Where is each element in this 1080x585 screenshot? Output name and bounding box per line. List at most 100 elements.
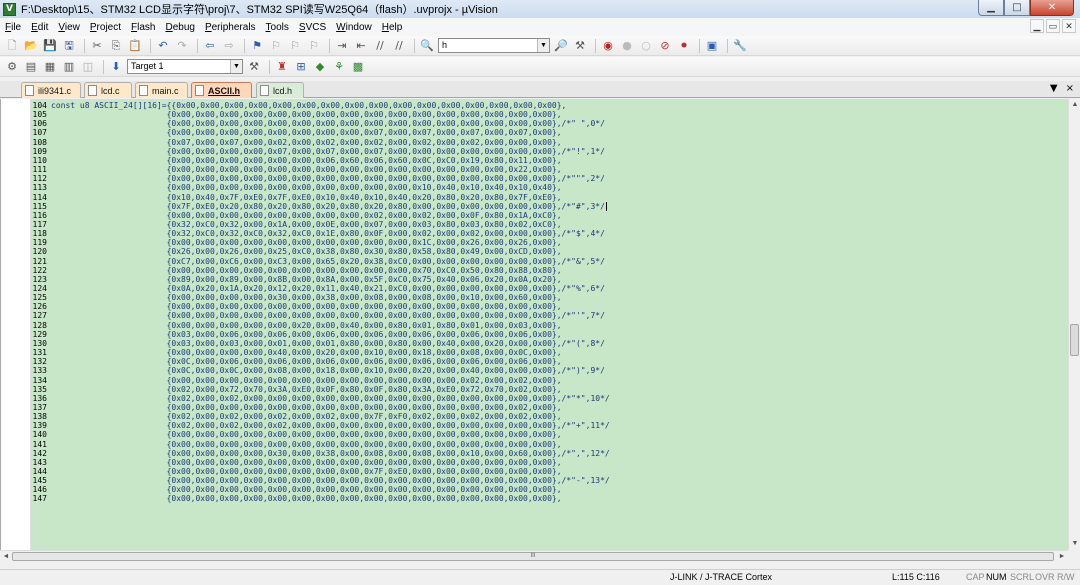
code-line[interactable]: 141 {0x00,0x00,0x00,0x00,0x00,0x00,0x00,… bbox=[31, 440, 1068, 449]
window-layout-icon[interactable]: ▣ bbox=[704, 38, 720, 54]
horizontal-scroll-thumb[interactable]: III bbox=[12, 552, 1054, 561]
tab-ascii-h[interactable]: ASCII.h bbox=[191, 82, 252, 98]
code-line[interactable]: 145 {0x00,0x00,0x00,0x00,0x00,0x00,0x00,… bbox=[31, 476, 1068, 485]
scroll-right-icon[interactable]: ► bbox=[1056, 551, 1068, 563]
code-line[interactable]: 114 {0x10,0x40,0x7F,0xE0,0x7F,0xE0,0x10,… bbox=[31, 193, 1068, 202]
save-all-icon[interactable]: 🖫 bbox=[61, 38, 77, 54]
find-in-files-icon[interactable]: 🔍 bbox=[419, 38, 435, 54]
code-line[interactable]: 125 {0x00,0x00,0x00,0x00,0x30,0x00,0x38,… bbox=[31, 293, 1068, 302]
code-line[interactable]: 110 {0x00,0x00,0x00,0x00,0x00,0x00,0x06,… bbox=[31, 156, 1068, 165]
chevron-down-icon[interactable]: ▼ bbox=[230, 60, 242, 73]
cut-icon[interactable]: ✂ bbox=[89, 38, 105, 54]
code-editor[interactable]: 104 const u8 ASCII_24[][16]={{0x00,0x00,0… bbox=[0, 99, 1068, 550]
code-line[interactable]: 142 {0x00,0x00,0x00,0x00,0x30,0x00,0x38,… bbox=[31, 449, 1068, 458]
code-line[interactable]: 113 {0x00,0x00,0x00,0x00,0x00,0x00,0x00,… bbox=[31, 183, 1068, 192]
scroll-left-icon[interactable]: ◄ bbox=[0, 551, 12, 563]
code-line[interactable]: 137 {0x00,0x00,0x00,0x00,0x00,0x00,0x00,… bbox=[31, 403, 1068, 412]
build-icon[interactable]: ▤ bbox=[23, 59, 39, 75]
code-line[interactable]: 143 {0x00,0x00,0x00,0x00,0x00,0x00,0x00,… bbox=[31, 458, 1068, 467]
select-software-packs-icon[interactable]: ⚘ bbox=[331, 59, 347, 75]
code-line[interactable]: 130 {0x03,0x00,0x03,0x00,0x01,0x00,0x01,… bbox=[31, 339, 1068, 348]
mdi-minimize-button[interactable]: ▁ bbox=[1030, 19, 1044, 33]
code-line[interactable]: 129 {0x03,0x00,0x06,0x00,0x06,0x00,0x06,… bbox=[31, 330, 1068, 339]
code-line[interactable]: 117 {0x32,0xC0,0x32,0x00,0x1A,0x00,0x0E,… bbox=[31, 220, 1068, 229]
menu-svcs[interactable]: SVCS bbox=[294, 22, 331, 33]
find-replace-icon[interactable]: ⚒ bbox=[572, 38, 588, 54]
maximize-button[interactable]: □ bbox=[1004, 0, 1030, 16]
code-line[interactable]: 109 {0x00,0x00,0x00,0x00,0x07,0x00,0x07,… bbox=[31, 147, 1068, 156]
menu-project[interactable]: Project bbox=[85, 22, 126, 33]
redo-icon[interactable]: ↷ bbox=[174, 38, 190, 54]
code-line[interactable]: 134 {0x00,0x00,0x00,0x00,0x00,0x00,0x00,… bbox=[31, 376, 1068, 385]
bookmark-insert-icon[interactable]: ⚑ bbox=[249, 38, 265, 54]
comment-icon[interactable]: // bbox=[372, 38, 388, 54]
code-line[interactable]: 138 {0x02,0x00,0x02,0x00,0x02,0x00,0x02,… bbox=[31, 412, 1068, 421]
save-icon[interactable]: 💾 bbox=[42, 38, 58, 54]
code-line[interactable]: 132 {0x0C,0x00,0x06,0x00,0x06,0x00,0x06,… bbox=[31, 357, 1068, 366]
tab-lcd-h[interactable]: lcd.h bbox=[256, 82, 304, 98]
breakpoint-disable-icon[interactable]: ⊘ bbox=[657, 38, 673, 54]
close-button[interactable]: ✕ bbox=[1030, 0, 1074, 16]
target-options-icon[interactable]: ⚒ bbox=[246, 59, 262, 75]
vertical-scrollbar[interactable]: ▲ ▼ bbox=[1068, 99, 1080, 550]
code-line[interactable]: 122 {0x00,0x00,0x00,0x00,0x00,0x00,0x00,… bbox=[31, 266, 1068, 275]
code-line[interactable]: 146 {0x00,0x00,0x00,0x00,0x00,0x00,0x00,… bbox=[31, 485, 1068, 494]
tab-list-dropdown-icon[interactable]: ▼ bbox=[1050, 83, 1058, 94]
menu-window[interactable]: Window bbox=[331, 22, 377, 33]
code-line[interactable]: 108 {0x07,0x00,0x07,0x00,0x02,0x00,0x02,… bbox=[31, 138, 1068, 147]
menu-view[interactable]: View bbox=[53, 22, 85, 33]
target-select[interactable]: Target 1 ▼ bbox=[127, 59, 243, 74]
batch-build-icon[interactable]: ▥ bbox=[61, 59, 77, 75]
mdi-close-button[interactable]: ✕ bbox=[1062, 19, 1076, 33]
menu-peripherals[interactable]: Peripherals bbox=[200, 22, 261, 33]
undo-icon[interactable]: ↶ bbox=[155, 38, 171, 54]
configure-icon[interactable]: 🔧 bbox=[732, 38, 748, 54]
paste-icon[interactable]: 📋 bbox=[127, 38, 143, 54]
code-line[interactable]: 120 {0x26,0x00,0x26,0x00,0x25,0xC0,0x38,… bbox=[31, 247, 1068, 256]
code-line[interactable]: 124 {0x0A,0x20,0x1A,0x20,0x12,0x20,0x11,… bbox=[31, 284, 1068, 293]
menu-edit[interactable]: Edit bbox=[26, 22, 53, 33]
tab-main-c[interactable]: main.c bbox=[135, 82, 188, 98]
code-line[interactable]: 115 {0x7F,0xE0,0x20,0x80,0x20,0x80,0x20,… bbox=[31, 201, 1068, 211]
code-line[interactable]: 126 {0x00,0x00,0x00,0x00,0x00,0x00,0x00,… bbox=[31, 302, 1068, 311]
code-line[interactable]: 131 {0x00,0x00,0x00,0x00,0x40,0x00,0x20,… bbox=[31, 348, 1068, 357]
chevron-down-icon[interactable]: ▼ bbox=[537, 39, 549, 52]
breakpoint-insert-icon[interactable]: ● bbox=[619, 38, 635, 54]
code-line[interactable]: 107 {0x00,0x00,0x00,0x00,0x00,0x00,0x00,… bbox=[31, 128, 1068, 137]
code-line[interactable]: 147 {0x00,0x00,0x00,0x00,0x00,0x00,0x00,… bbox=[31, 494, 1068, 503]
code-line[interactable]: 128 {0x00,0x00,0x00,0x00,0x00,0x20,0x00,… bbox=[31, 321, 1068, 330]
code-line[interactable]: 121 {0xC7,0x00,0xC6,0x00,0xC3,0x00,0x65,… bbox=[31, 257, 1068, 266]
code-line[interactable]: 135 {0x02,0x00,0x72,0x70,0x3A,0xE0,0x0F,… bbox=[31, 385, 1068, 394]
file-extensions-icon[interactable]: ⊞ bbox=[293, 59, 309, 75]
menu-file[interactable]: File bbox=[0, 22, 26, 33]
menu-help[interactable]: Help bbox=[377, 22, 408, 33]
incremental-find-icon[interactable]: 🔎 bbox=[553, 38, 569, 54]
code-line[interactable]: 123 {0x89,0x00,0x89,0x00,0x8B,0x00,0x8A,… bbox=[31, 275, 1068, 284]
translate-icon[interactable]: ⚙ bbox=[4, 59, 20, 75]
menu-tools[interactable]: Tools bbox=[261, 22, 294, 33]
bookmark-prev-icon[interactable]: ⚐ bbox=[268, 38, 284, 54]
code-line[interactable]: 136 {0x02,0x00,0x02,0x00,0x00,0x00,0x00,… bbox=[31, 394, 1068, 403]
menu-flash[interactable]: Flash bbox=[126, 22, 160, 33]
code-line[interactable]: 119 {0x00,0x00,0x00,0x00,0x00,0x00,0x00,… bbox=[31, 238, 1068, 247]
manage-run-time-icon[interactable]: ◆ bbox=[312, 59, 328, 75]
close-tab-icon[interactable]: × bbox=[1066, 83, 1074, 94]
code-line[interactable]: 127 {0x00,0x00,0x00,0x00,0x00,0x00,0x00,… bbox=[31, 311, 1068, 320]
rebuild-icon[interactable]: ▦ bbox=[42, 59, 58, 75]
scroll-up-icon[interactable]: ▲ bbox=[1069, 99, 1080, 111]
find-combobox[interactable]: h ▼ bbox=[438, 38, 550, 53]
minimize-button[interactable]: ▁ bbox=[978, 0, 1004, 16]
breakpoint-kill-icon[interactable]: ⚫ bbox=[676, 38, 692, 54]
pack-installer-icon[interactable]: ▩ bbox=[350, 59, 366, 75]
navigate-forward-icon[interactable]: ⇨ bbox=[221, 38, 237, 54]
indent-icon[interactable]: ⇥ bbox=[334, 38, 350, 54]
bookmark-clear-icon[interactable]: ⚐ bbox=[306, 38, 322, 54]
uncomment-icon[interactable]: // bbox=[391, 38, 407, 54]
code-line[interactable]: 106 {0x00,0x00,0x00,0x00,0x00,0x00,0x00,… bbox=[31, 119, 1068, 128]
menu-debug[interactable]: Debug bbox=[160, 22, 199, 33]
stop-build-icon[interactable]: ◫ bbox=[80, 59, 96, 75]
code-line[interactable]: 116 {0x00,0x00,0x00,0x00,0x00,0x00,0x00,… bbox=[31, 211, 1068, 220]
scroll-down-icon[interactable]: ▼ bbox=[1069, 538, 1080, 550]
download-load-icon[interactable]: ⬇ bbox=[108, 59, 124, 75]
editor-text-area[interactable]: 104 const u8 ASCII_24[][16]={{0x00,0x00,0… bbox=[31, 99, 1068, 550]
